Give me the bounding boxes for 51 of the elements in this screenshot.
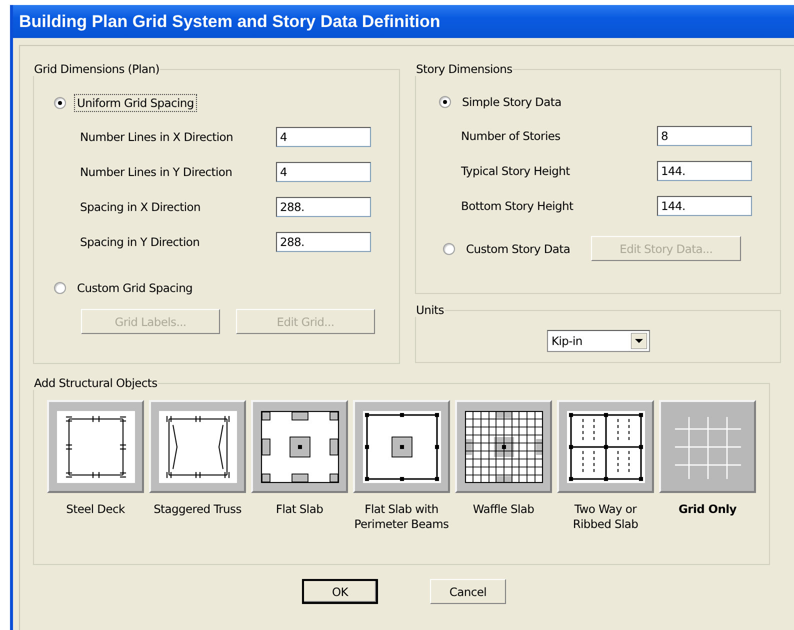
radio-button[interactable] [54, 282, 66, 294]
input-field[interactable]: 4 [276, 127, 371, 147]
tile-label: Flat Slab [276, 502, 324, 517]
dropdown-arrow-icon[interactable] [630, 333, 646, 349]
field-label: Spacing in Y Direction [80, 235, 201, 249]
group-title: Story Dimensions [415, 62, 514, 76]
window-title: Building Plan Grid System and Story Data Definition [19, 12, 440, 32]
structure-tile-button[interactable] [47, 400, 144, 493]
truss-icon [158, 410, 236, 482]
field-label: Number of Stories [461, 129, 562, 143]
structure-tile-button[interactable] [659, 400, 756, 493]
tile-label: Staggered Truss [154, 502, 242, 517]
field-label: Number Lines in X Direction [80, 130, 234, 144]
radio-label[interactable]: Uniform Grid Spacing [74, 94, 197, 112]
tile-label: Flat Slab with Perimeter Beams [353, 502, 450, 532]
field-label: Number Lines in Y Direction [80, 165, 234, 179]
group-title: Grid Dimensions (Plan) [33, 62, 160, 76]
flat-slab-icon [260, 410, 338, 482]
input-field[interactable]: 144. [657, 196, 752, 216]
structure-tile-button[interactable] [251, 400, 348, 493]
tile-label: Two Way or Ribbed Slab [572, 502, 640, 532]
structure-tile-button[interactable] [149, 400, 246, 493]
perimeter-slab-icon [362, 410, 440, 482]
radio-label[interactable]: Custom Grid Spacing [74, 279, 196, 297]
input-field[interactable]: 8 [657, 126, 752, 146]
field-label: Bottom Story Height [461, 199, 574, 213]
ribbed-slab-icon [566, 410, 644, 482]
dialog-button[interactable]: Cancel [430, 579, 506, 604]
input-field[interactable]: 288. [276, 197, 371, 217]
field-label: Spacing in X Direction [80, 200, 202, 214]
group-title: Units [415, 303, 445, 317]
radio-button[interactable] [439, 96, 451, 108]
radio-label[interactable]: Custom Story Data [463, 240, 574, 258]
radio-label[interactable]: Simple Story Data [459, 93, 564, 111]
dialog-button[interactable]: OK [302, 579, 378, 604]
group-title: Add Structural Objects [33, 376, 158, 390]
input-field[interactable]: 4 [276, 162, 371, 182]
field-label: Typical Story Height [461, 164, 571, 178]
units-dropdown[interactable]: Kip-in [546, 330, 650, 352]
input-field[interactable]: 288. [276, 232, 371, 252]
tile-label: Steel Deck [66, 502, 125, 517]
input-field[interactable]: 144. [657, 161, 752, 181]
tile-label: Grid Only [678, 502, 736, 517]
radio-button[interactable] [54, 97, 66, 109]
structure-tile-button[interactable] [455, 400, 552, 493]
tile-label: Waffle Slab [472, 502, 534, 517]
steel-deck-icon [56, 410, 134, 482]
radio-button[interactable] [443, 242, 455, 254]
waffle-slab-icon [464, 410, 542, 482]
structure-tile-button[interactable] [353, 400, 450, 493]
structure-tile-button[interactable] [557, 400, 654, 493]
